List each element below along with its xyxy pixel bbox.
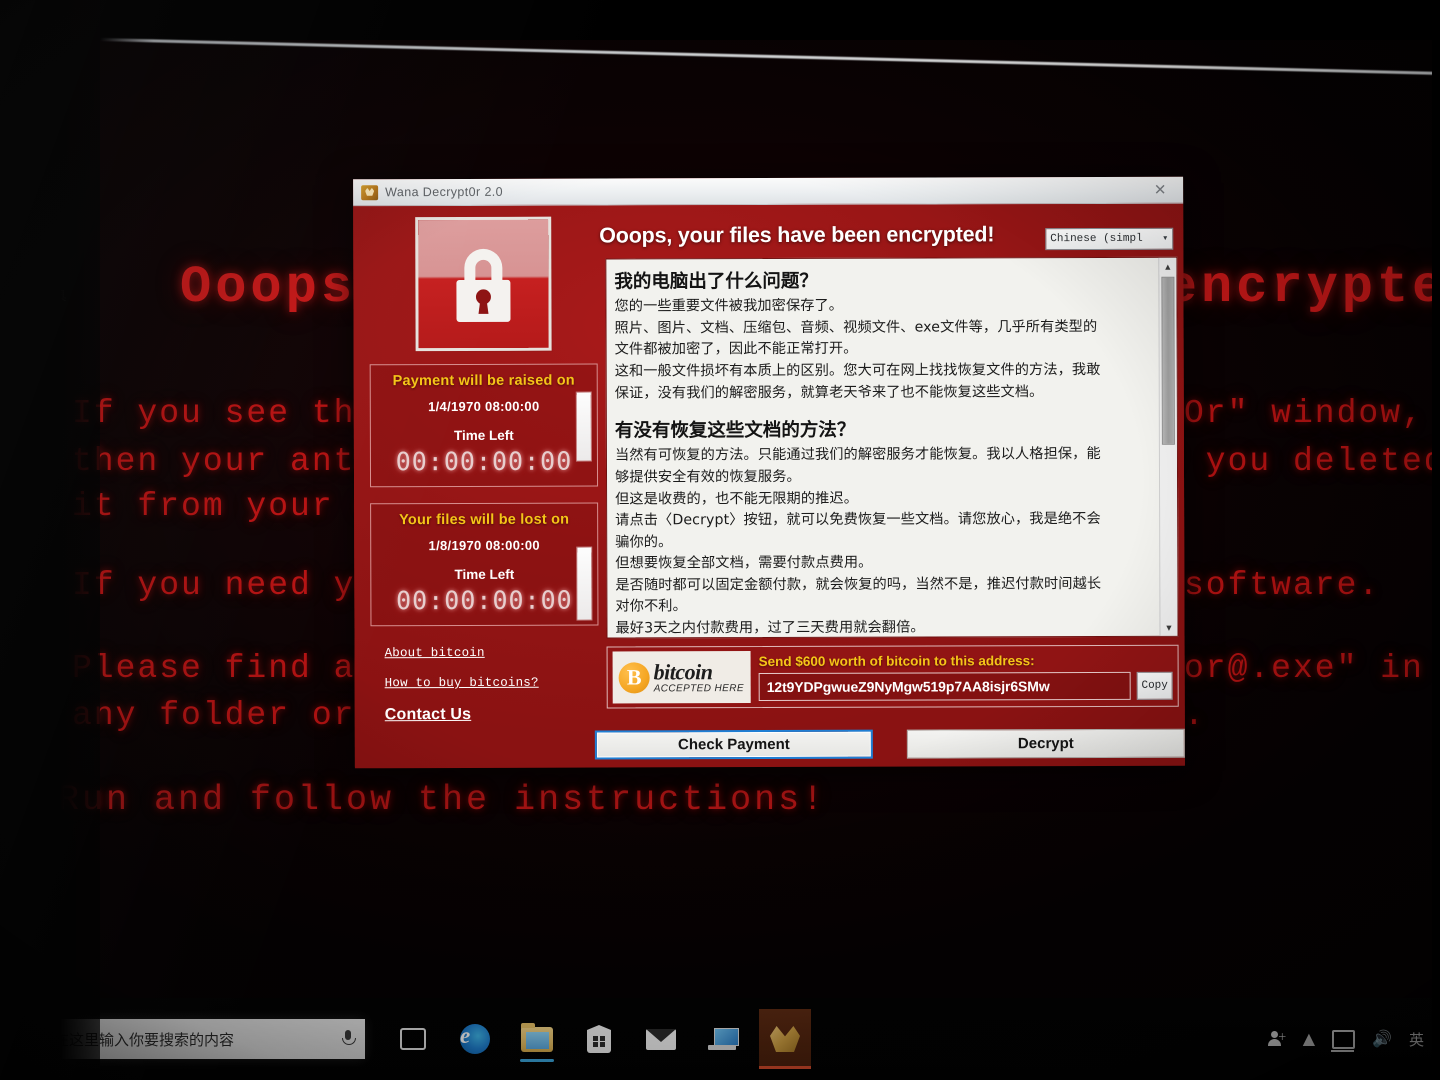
ransom-paragraph-line: 您的一些重要文件被我加密保存了。 — [614, 298, 844, 315]
right-panel: Ooops, your files have been encrypted! C… — [599, 212, 1179, 709]
bitcoin-address-row: 12t9YDPgwueZ9NyMgw519p7AA8isjr6SMw Copy — [758, 671, 1173, 701]
taskbar-item-wanadecryptor[interactable] — [759, 1009, 811, 1069]
chevron-down-icon: ▾ — [1162, 233, 1169, 245]
left-panel: Payment will be raised on 1/4/1970 08:00… — [365, 216, 603, 741]
ransom-paragraph-line: 对你不利。 — [615, 598, 687, 615]
taskbar-item-file-explorer[interactable] — [511, 1009, 563, 1069]
ransom-paragraph-line: 但想要恢复全部文档，需要付款点费用。 — [615, 554, 873, 572]
bitcoin-logo-text: bitcoin ACCEPTED HERE — [653, 658, 744, 695]
ransom-heading-2: 有没有恢复这些文档的方法？ — [614, 419, 856, 442]
wana-lock-icon — [770, 1026, 800, 1052]
ransom-paragraph-line: 是否随时都可以固定金额付款，就会恢复的吗，当然不是，推迟付款时间越长 — [615, 575, 1102, 594]
ransom-paragraph-line: 够提供安全有效的恢复服务。 — [614, 468, 801, 486]
ransom-paragraph-line: 最好3天之内付款费用，过了三天费用就会翻倍。 — [615, 619, 925, 637]
help-links: About bitcoin How to buy bitcoins? Conta… — [385, 646, 603, 725]
bitcoin-address-section: Send $600 worth of bitcoin to this addre… — [758, 652, 1173, 701]
bitcoin-coin-icon: B — [618, 661, 650, 693]
wana-decryptor-window: Wana Decrypt0r 2.0 ✕ Payment will be rai… — [353, 176, 1185, 769]
taskbar-item-mail[interactable] — [635, 1009, 687, 1069]
contact-us-link[interactable]: Contact Us — [385, 706, 603, 725]
action-buttons: Check Payment Decrypt — [594, 728, 1185, 760]
speaker-icon[interactable]: 🔊 — [1372, 1031, 1392, 1047]
copy-button[interactable]: Copy — [1136, 671, 1173, 700]
bitcoin-address-field[interactable]: 12t9YDPgwueZ9NyMgw519p7AA8isjr6SMw — [758, 671, 1131, 701]
envelope-icon — [646, 1028, 676, 1050]
ransom-paragraph-line: 文件都被加密了，因此不能正常打开。 — [614, 341, 858, 358]
monitor-bezel-left — [0, 0, 100, 1080]
check-payment-button[interactable]: Check Payment — [594, 729, 873, 760]
bitcoin-wordmark: bitcoin — [653, 658, 713, 685]
people-icon[interactable]: ＋ — [1267, 1030, 1287, 1048]
wana-lock-icon — [361, 184, 379, 200]
headline-row: Ooops, your files have been encrypted! C… — [599, 212, 1177, 252]
ransom-paragraph-line: 当然有可恢复的方法。只能通过我们的解密服务才能恢复。我以人格担保，能 — [614, 446, 1101, 464]
page-title: Ooops, your files have been encrypted! — [599, 222, 995, 248]
text-scrollbar[interactable]: ▲ ▼ — [1158, 257, 1178, 636]
taskbar-item-remote-desktop[interactable] — [697, 1009, 749, 1069]
scrollbar-thumb[interactable] — [1161, 276, 1175, 445]
bitcoin-payment-strip: B bitcoin ACCEPTED HERE Send $600 worth … — [606, 644, 1179, 709]
microphone-icon[interactable] — [341, 1029, 356, 1049]
ransom-paragraph-line: 骗你的。 — [615, 534, 673, 551]
language-select[interactable]: Chinese (simpl ▾ — [1045, 227, 1174, 251]
ransom-paragraph-line: 请点击〈Decrypt〉按钮，就可以免费恢复一些文档。请您放心，我是绝不会 — [615, 511, 1101, 529]
window-body: Payment will be raised on 1/4/1970 08:00… — [353, 203, 1185, 769]
remote-desktop-icon — [708, 1027, 739, 1051]
close-icon[interactable]: ✕ — [1137, 177, 1183, 203]
panel-date: 1/4/1970 08:00:00 — [428, 398, 540, 415]
wallpaper-line-7: Run and follow the instructions! — [58, 780, 827, 820]
bitcoin-send-label: Send $600 worth of bitcoin to this addre… — [758, 652, 1035, 669]
ransom-paragraph-line: 但这是收费的，也不能无限期的推迟。 — [615, 490, 858, 508]
countdown-timer: 00:00:00:00 — [396, 585, 573, 616]
chevron-down-icon[interactable]: ▼ — [1160, 618, 1178, 636]
panel-date: 1/8/1970 08:00:00 — [428, 537, 540, 554]
panel-time-left-label: Time Left — [453, 427, 514, 443]
panel-progress-bar — [577, 547, 592, 620]
ransom-paragraph-line: 这和一般文件损坏有本质上的区别。您大可在网上找找恢复文件的方法，我敢 — [614, 361, 1101, 380]
ime-indicator[interactable]: 英 — [1409, 1029, 1424, 1050]
bitcoin-logo: B bitcoin ACCEPTED HERE — [612, 651, 751, 704]
window-titlebar[interactable]: Wana Decrypt0r 2.0 ✕ — [353, 176, 1184, 207]
monitor-bezel-right — [1432, 0, 1440, 1080]
store-bag-icon — [587, 1025, 611, 1053]
countdown-timer: 00:00:00:00 — [395, 446, 573, 477]
language-select-value: Chinese (simpl — [1050, 232, 1143, 246]
ransom-paragraph-line: 保证，没有我们的解密服务，就算老天爷来了也不能恢复这些文档。 — [614, 383, 1044, 402]
bitcoin-accepted-here: ACCEPTED HERE — [653, 682, 744, 695]
about-bitcoin-link[interactable]: About bitcoin — [385, 646, 603, 660]
windows-taskbar: 在这里输入你要搜索的内容 e ＋ ▲ 🔊 英 — [0, 998, 1440, 1080]
taskbar-item-microsoft-edge[interactable]: e — [449, 1009, 501, 1069]
network-monitor-icon[interactable] — [1331, 1029, 1356, 1052]
edge-icon: e — [460, 1024, 490, 1054]
ransom-text-content: 我的电脑出了什么问题？ 您的一些重要文件被我加密保存了。 照片、图片、文档、压缩… — [606, 258, 1159, 638]
windows-desktop: Ooops, your files have been encrypted. I… — [0, 0, 1440, 1080]
how-to-buy-bitcoins-link[interactable]: How to buy bitcoins? — [385, 676, 603, 690]
ransom-heading-1: 我的电脑出了什么问题？ — [614, 270, 818, 293]
ransom-text-area: 我的电脑出了什么问题？ 您的一些重要文件被我加密保存了。 照片、图片、文档、压缩… — [605, 256, 1179, 639]
taskbar-item-task-view[interactable] — [387, 1009, 439, 1069]
system-tray: ＋ ▲ 🔊 英 — [1267, 1029, 1440, 1052]
window-title: Wana Decrypt0r 2.0 — [385, 184, 504, 200]
ransom-paragraph-line: 照片、图片、文档、压缩包、音频、视频文件、exe文件等，几乎所有类型的 — [614, 318, 1098, 337]
decrypt-button[interactable]: Decrypt — [906, 728, 1185, 759]
payment-raised-panel: Payment will be raised on 1/4/1970 08:00… — [369, 363, 599, 488]
panel-title: Your files will be lost on — [399, 511, 570, 529]
padlock-graphic — [418, 219, 549, 349]
taskbar-items: e — [387, 1009, 811, 1069]
panel-time-left-label: Time Left — [454, 566, 515, 582]
photographed-monitor: Ooops, your files have been encrypted. I… — [0, 0, 1440, 1080]
folder-icon — [521, 1022, 553, 1052]
padlock-icon — [456, 248, 511, 322]
taskbar-item-microsoft-store[interactable] — [573, 1009, 625, 1069]
chevron-up-icon[interactable]: ▲ — [1159, 257, 1177, 275]
files-lost-panel: Your files will be lost on 1/8/1970 08:0… — [370, 502, 599, 627]
monitor-bezel-top — [100, 0, 1440, 40]
panel-progress-bar — [576, 392, 591, 461]
panel-title: Payment will be raised on — [392, 372, 575, 390]
task-view-icon — [400, 1028, 426, 1050]
chevron-up-icon[interactable]: ▲ — [1303, 1031, 1315, 1047]
